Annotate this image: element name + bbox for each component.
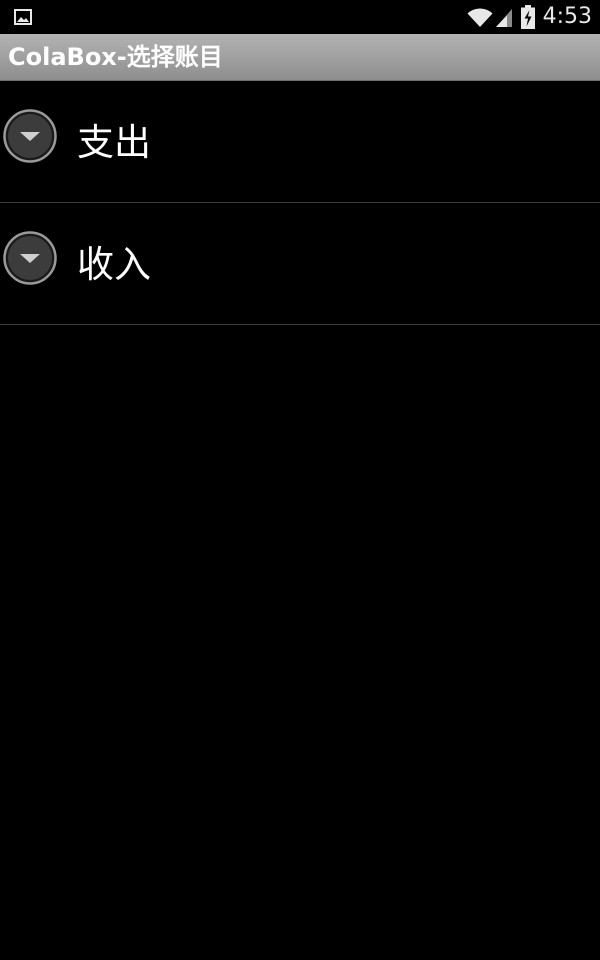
battery-charging-icon [520, 5, 535, 29]
list-item-expense[interactable]: 支出 [0, 81, 600, 203]
chevron-down-icon[interactable] [3, 231, 57, 285]
status-bar: 4:53 [0, 0, 600, 34]
expandable-list: 支出 收入 [0, 81, 600, 325]
gallery-notification-icon[interactable] [14, 9, 32, 25]
list-item-income[interactable]: 收入 [0, 203, 600, 325]
list-item-label: 收入 [77, 243, 151, 286]
page-title: ColaBox-选择账目 [8, 43, 223, 71]
chevron-down-icon[interactable] [3, 109, 57, 163]
cell-signal-icon [495, 9, 512, 27]
status-time: 4:53 [542, 4, 592, 29]
wifi-icon [467, 8, 493, 27]
status-indicators: 4:53 [467, 0, 592, 34]
list-item-label: 支出 [77, 121, 151, 164]
title-bar: ColaBox-选择账目 [0, 34, 600, 81]
